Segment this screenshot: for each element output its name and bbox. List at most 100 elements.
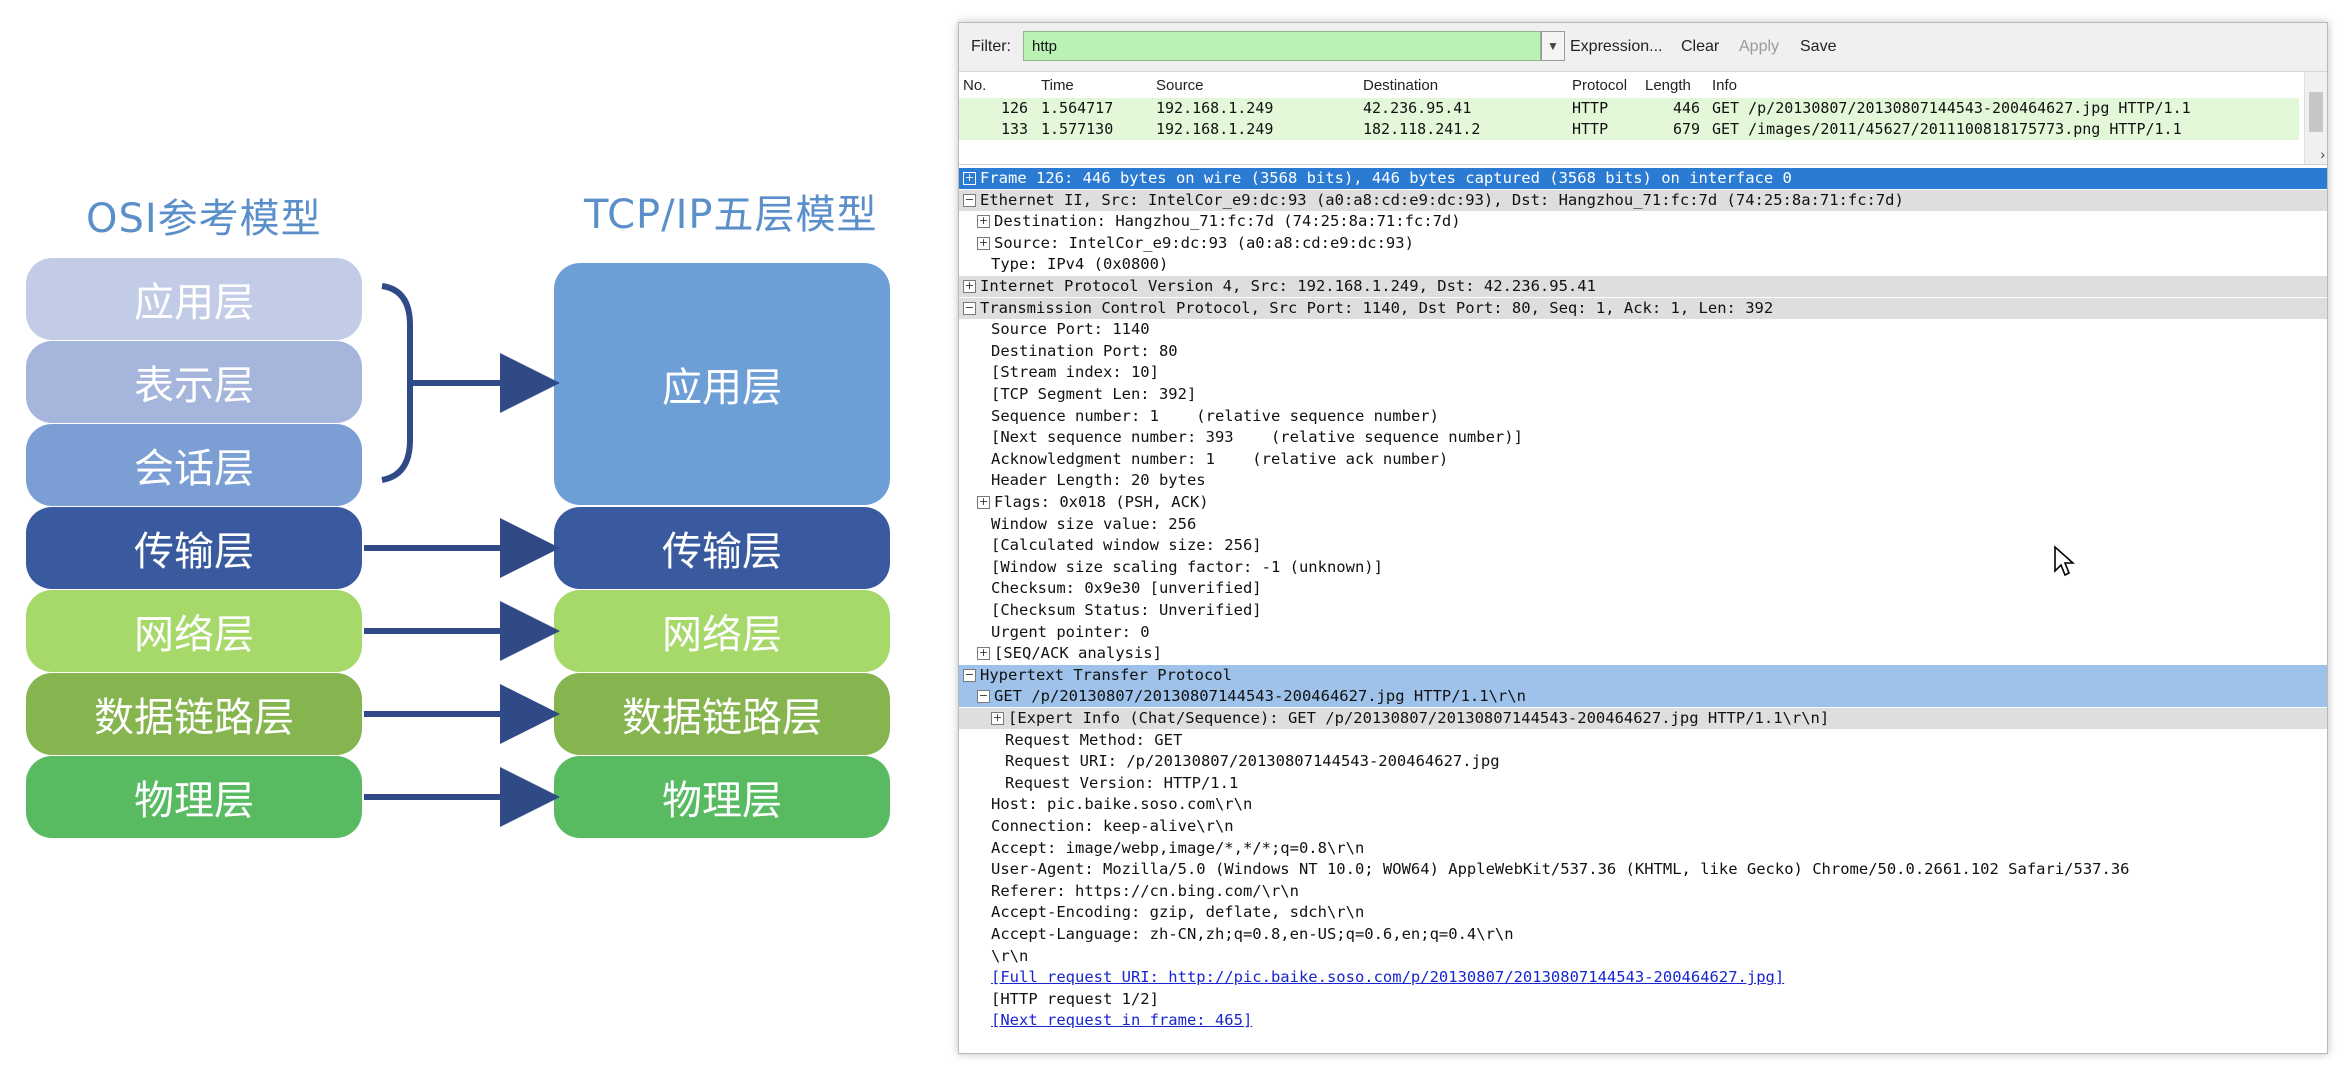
packet-list-scrollbar[interactable]: › <box>2304 72 2327 164</box>
detail-row[interactable]: [Stream index: 10] <box>959 362 2327 383</box>
column-header-time[interactable]: Time <box>1041 77 1074 94</box>
expand-icon[interactable]: + <box>977 236 990 250</box>
expand-icon[interactable]: + <box>977 496 990 509</box>
detail-row[interactable]: − Ethernet II, Src: IntelCor_e9:dc:93 (a0… <box>959 189 2327 211</box>
detail-text: [Stream index: 10] <box>991 363 1159 382</box>
filter-dropdown-chevron-icon[interactable]: ▼ <box>1541 31 1565 61</box>
detail-row[interactable]: Accept-Language: zh-CN,zh;q=0.8,en-US;q=… <box>959 924 2327 945</box>
expand-icon[interactable]: + <box>991 712 1004 725</box>
detail-row[interactable]: Acknowledgment number: 1 (relative ack n… <box>959 449 2327 470</box>
detail-row[interactable]: + Frame 126: 446 bytes on wire (3568 bits… <box>959 168 2327 189</box>
detail-row[interactable]: User-Agent: Mozilla/5.0 (Windows NT 10.0… <box>959 859 2327 880</box>
display-filter-toolbar: Filter: http ▼ Expression... Clear Apply… <box>959 23 2327 72</box>
packet-row[interactable]: 126 1.564717 192.168.1.249 42.236.95.41 … <box>959 98 2299 119</box>
detail-row[interactable]: [Next sequence number: 393 (relative seq… <box>959 427 2327 448</box>
detail-row[interactable]: Request Version: HTTP/1.1 <box>959 773 2327 794</box>
detail-row[interactable]: Accept: image/webp,image/*,*/*;q=0.8\r\n <box>959 838 2327 859</box>
collapse-icon[interactable]: − <box>963 301 976 315</box>
column-header-no[interactable]: No. <box>963 77 986 94</box>
detail-row[interactable]: Accept-Encoding: gzip, deflate, sdch\r\n <box>959 902 2327 923</box>
column-header-source[interactable]: Source <box>1156 77 1204 94</box>
detail-row[interactable]: [TCP Segment Len: 392] <box>959 384 2327 405</box>
detail-row[interactable]: Checksum: 0x9e30 [unverified] <box>959 578 2327 599</box>
detail-row[interactable]: [HTTP request 1/2] <box>959 989 2327 1010</box>
column-header-destination[interactable]: Destination <box>1363 77 1438 94</box>
expand-icon[interactable]: + <box>977 647 990 661</box>
detail-row[interactable]: [Next request in frame: 465] <box>959 1010 2327 1031</box>
collapse-icon[interactable]: − <box>963 668 976 682</box>
detail-row[interactable]: Referer: https://cn.bing.com/\r\n <box>959 881 2327 902</box>
detail-text: Window size value: 256 <box>991 514 1197 533</box>
display-filter-input[interactable]: http <box>1023 31 1541 61</box>
detail-text: [Checksum Status: Unverified] <box>991 601 1262 619</box>
column-header-info[interactable]: Info <box>1712 77 1737 94</box>
detail-text: Host: pic.baike.soso.com\r\n <box>991 795 1253 814</box>
detail-text: Connection: keep-alive\r\n <box>991 817 1234 835</box>
detail-row[interactable]: − Hypertext Transfer Protocol <box>959 664 2327 686</box>
filter-label: Filter: <box>971 38 1011 55</box>
detail-row[interactable]: + Internet Protocol Version 4, Src: 192.1… <box>959 276 2327 297</box>
detail-row[interactable]: Type: IPv4 (0x0800) <box>959 254 2327 275</box>
expression-button[interactable]: Expression... <box>1570 38 1662 56</box>
packet-no: 133 <box>1001 120 1029 138</box>
collapse-icon[interactable]: − <box>977 690 990 704</box>
clear-button[interactable]: Clear <box>1681 38 1719 56</box>
detail-text: Source Port: 1140 <box>991 320 1150 339</box>
detail-row[interactable]: + Source: IntelCor_e9:dc:93 (a0:a8:cd:e9:… <box>959 233 2327 254</box>
packet-length: 679 <box>1673 120 1701 138</box>
detail-text: Hypertext Transfer Protocol <box>980 665 1232 684</box>
expand-icon[interactable]: + <box>963 280 976 293</box>
detail-row[interactable]: − Transmission Control Protocol, Src Port… <box>959 297 2327 319</box>
detail-text: Checksum: 0x9e30 [unverified] <box>991 579 1262 598</box>
detail-text: Source: IntelCor_e9:dc:93 (a0:a8:cd:e9:d… <box>994 233 1414 252</box>
save-button[interactable]: Save <box>1800 38 1836 56</box>
mouse-cursor-icon <box>2054 545 2075 577</box>
detail-row[interactable]: Request URI: /p/20130807/20130807144543-… <box>959 751 2327 772</box>
packet-time: 1.564717 <box>1041 99 1114 117</box>
detail-row[interactable]: Sequence number: 1 (relative sequence nu… <box>959 406 2327 427</box>
apply-button[interactable]: Apply <box>1739 38 1779 56</box>
detail-row[interactable]: Request Method: GET <box>959 730 2327 751</box>
detail-text: Request Version: HTTP/1.1 <box>1005 773 1239 792</box>
detail-text: Accept: image/webp,image/*,*/*;q=0.8\r\n <box>991 838 1365 857</box>
detail-row[interactable]: Window size value: 256 <box>959 514 2327 535</box>
detail-row[interactable]: + Destination: Hangzhou_71:fc:7d (74:25:8… <box>959 211 2327 232</box>
expand-icon[interactable]: + <box>977 215 990 229</box>
detail-row[interactable]: + Flags: 0x018 (PSH, ACK) <box>959 492 2327 513</box>
detail-text: Destination Port: 80 <box>991 341 1178 360</box>
detail-text: Internet Protocol Version 4, Src: 192.16… <box>980 277 1596 295</box>
detail-row[interactable]: + [SEQ/ACK analysis] <box>959 643 2327 664</box>
detail-row[interactable]: Urgent pointer: 0 <box>959 622 2327 643</box>
column-header-length[interactable]: Length <box>1645 77 1691 94</box>
mapping-arrows <box>364 283 560 827</box>
packet-time: 1.577130 <box>1041 120 1114 138</box>
detail-row[interactable]: − GET /p/20130807/20130807144543-20046462… <box>959 686 2327 708</box>
detail-row[interactable]: Source Port: 1140 <box>959 319 2327 340</box>
packet-row[interactable]: 133 1.577130 192.168.1.249 182.118.241.2… <box>959 119 2299 140</box>
detail-row[interactable]: \r\n <box>959 946 2327 967</box>
detail-text: [Full request URI: http://pic.baike.soso… <box>991 968 1785 987</box>
scrollbar-thumb[interactable] <box>2309 92 2323 132</box>
detail-text: [Calculated window size: 256] <box>991 536 1262 555</box>
detail-row[interactable]: [Calculated window size: 256] <box>959 535 2327 556</box>
detail-row[interactable]: Destination Port: 80 <box>959 341 2327 362</box>
collapse-icon[interactable]: − <box>963 193 976 207</box>
packet-destination: 182.118.241.2 <box>1363 120 1481 138</box>
packet-protocol: HTTP <box>1572 120 1609 138</box>
detail-row[interactable]: [Full request URI: http://pic.baike.soso… <box>959 967 2327 988</box>
detail-row[interactable]: Host: pic.baike.soso.com\r\n <box>959 794 2327 815</box>
detail-row[interactable]: [Checksum Status: Unverified] <box>959 600 2327 621</box>
scroll-right-chevron-icon[interactable]: › <box>2320 146 2325 162</box>
detail-row[interactable]: Connection: keep-alive\r\n <box>959 816 2327 837</box>
column-header-protocol[interactable]: Protocol <box>1572 77 1627 94</box>
expand-icon[interactable]: + <box>963 172 976 185</box>
detail-text: Header Length: 20 bytes <box>991 471 1206 490</box>
detail-text: User-Agent: Mozilla/5.0 (Windows NT 10.0… <box>991 860 2130 879</box>
detail-text: [SEQ/ACK analysis] <box>994 644 1162 663</box>
detail-row[interactable]: [Window size scaling factor: -1 (unknown… <box>959 557 2327 578</box>
detail-text: GET /p/20130807/20130807144543-200464627… <box>994 687 1526 706</box>
detail-row[interactable]: Header Length: 20 bytes <box>959 470 2327 491</box>
detail-text: [Window size scaling factor: -1 (unknown… <box>991 557 1383 576</box>
detail-text: Acknowledgment number: 1 (relative ack n… <box>991 449 1449 468</box>
detail-row[interactable]: + [Expert Info (Chat/Sequence): GET /p/20… <box>959 708 2327 729</box>
